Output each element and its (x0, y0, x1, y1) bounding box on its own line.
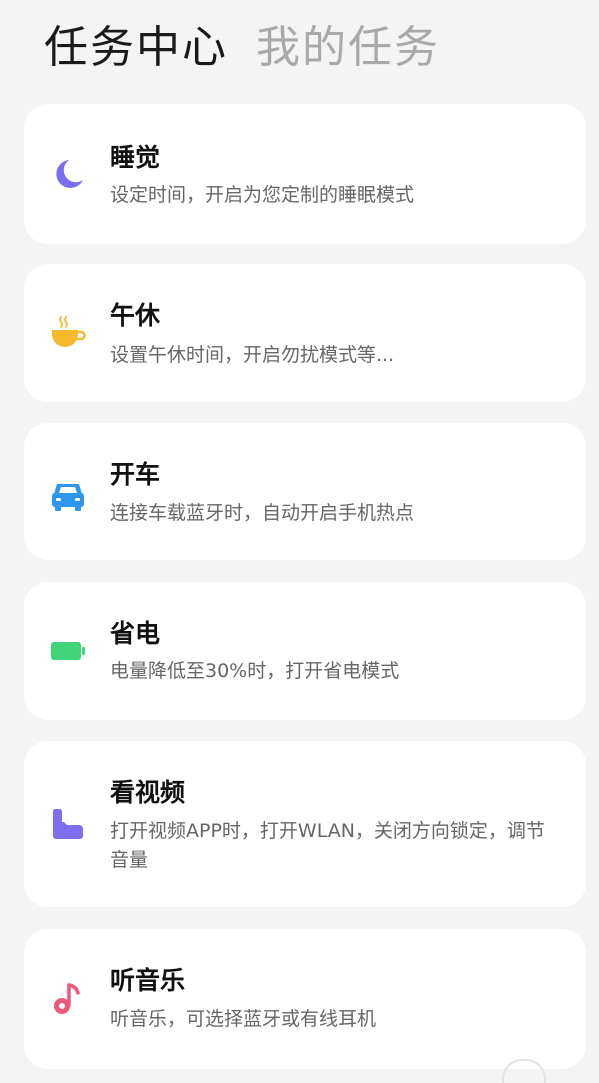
task-title: 听音乐 (110, 966, 186, 995)
task-card-sleep[interactable]: 睡觉 设定时间，开启为您定制的睡眠模式 (24, 104, 586, 244)
corner-decoration (502, 1059, 546, 1083)
task-title: 午休 (110, 301, 161, 330)
task-description: 设置午休时间，开启勿扰模式等... (110, 344, 395, 366)
tab-bar: 任务中心 我的任务 (44, 16, 440, 80)
tab-task-center[interactable]: 任务中心 (44, 16, 228, 80)
task-description: 听音乐，可选择蓝牙或有线耳机 (110, 1008, 377, 1030)
task-description: 电量降低至30%时，打开省电模式 (110, 660, 400, 682)
music-note-icon (50, 981, 86, 1017)
task-card-nap[interactable]: 午休 设置午休时间，开启勿扰模式等... (24, 264, 586, 402)
coffee-cup-icon (50, 314, 86, 350)
moon-star-icon (50, 156, 86, 192)
car-icon (50, 477, 86, 513)
task-card-power-saving[interactable]: 省电 电量降低至30%时，打开省电模式 (24, 582, 586, 720)
task-card-music[interactable]: 听音乐 听音乐，可选择蓝牙或有线耳机 (24, 929, 586, 1083)
task-title: 睡觉 (110, 143, 161, 172)
task-title: 开车 (110, 460, 161, 489)
task-title: 省电 (110, 619, 161, 648)
task-description: 设定时间，开启为您定制的睡眠模式 (110, 184, 415, 206)
task-description: 连接车载蓝牙时，自动开启手机热点 (110, 502, 415, 524)
task-description: 打开视频APP时，打开WLAN，关闭方向锁定，调节音量 (110, 820, 545, 871)
task-card-video[interactable]: 看视频 打开视频APP时，打开WLAN，关闭方向锁定，调节音量 (24, 741, 586, 907)
battery-icon (50, 633, 86, 669)
video-tablet-icon (50, 806, 86, 842)
task-title: 看视频 (110, 778, 186, 807)
task-card-driving[interactable]: 开车 连接车载蓝牙时，自动开启手机热点 (24, 423, 586, 560)
tab-my-tasks[interactable]: 我的任务 (256, 16, 440, 80)
